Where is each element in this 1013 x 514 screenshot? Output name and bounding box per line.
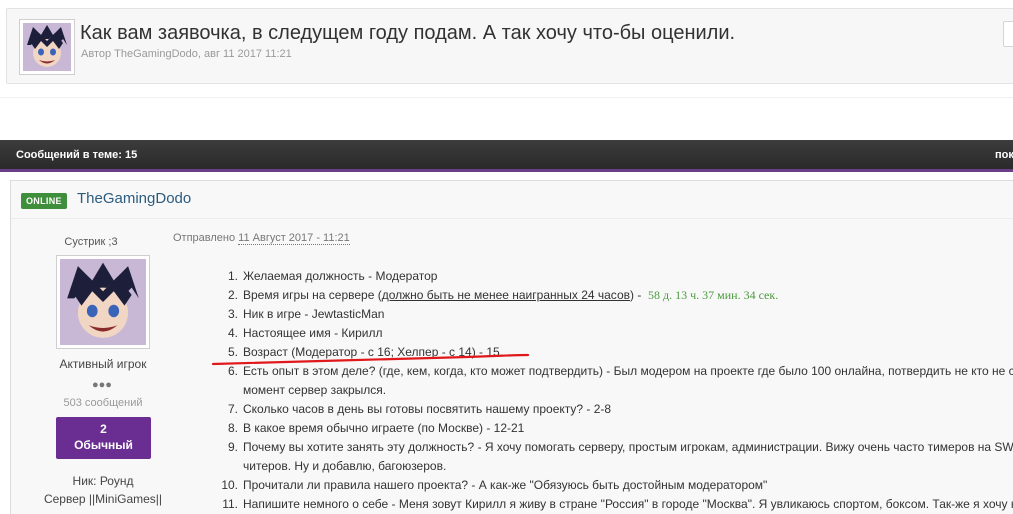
red-underline-annotation bbox=[211, 353, 530, 366]
online-badge: ONLINE bbox=[21, 193, 67, 209]
user-nick-field: Ник: Роунд bbox=[72, 474, 134, 488]
post: ONLINE TheGamingDodo Сустрик ;3 Активный… bbox=[10, 180, 1013, 514]
user-server-field: Сервер ||MiniGames|| bbox=[43, 492, 163, 506]
topic-stats-bar: Сообщений в теме: 15 пок bbox=[0, 140, 1013, 172]
list-item: 4. Настоящее имя - Кирилл bbox=[227, 326, 383, 340]
avatar-image-icon bbox=[23, 23, 71, 71]
author-avatar[interactable] bbox=[56, 255, 150, 349]
list-item: 3. Ник в игре - JewtasticMan bbox=[227, 307, 385, 321]
play-time-value: 58 д. 13 ч. 37 мин. 34 сек. bbox=[648, 288, 779, 302]
user-post-count: 503 сообщений bbox=[63, 397, 143, 409]
list-item: 9. Почему вы хотите занять эту должность… bbox=[227, 440, 1013, 473]
topic-header: Как вам заявочка, в следущем году подам.… bbox=[6, 8, 1013, 84]
topic-title: Как вам заявочка, в следущем году подам.… bbox=[80, 22, 736, 44]
user-custom-title: Сустрик ;3 bbox=[64, 236, 118, 248]
reputation-badge: 2 Обычный bbox=[56, 417, 151, 459]
list-item: 10. Прочитали ли правила нашего проекта?… bbox=[221, 478, 768, 492]
user-rank: Активный игрок bbox=[59, 357, 147, 371]
list-item: 8. В какое время обычно играете (по Моск… bbox=[227, 421, 525, 435]
topic-author-avatar[interactable] bbox=[19, 19, 75, 75]
topic-action-button[interactable] bbox=[1003, 21, 1013, 47]
avatar-image-icon bbox=[60, 259, 146, 345]
application-list: 1. Желаемая должность - Модератор 2. Вре… bbox=[214, 267, 1013, 514]
list-item: 1. Желаемая должность - Модератор bbox=[227, 269, 438, 283]
divider bbox=[0, 97, 1013, 98]
list-item: 7. Сколько часов в день вы готовы посвят… bbox=[227, 402, 612, 416]
topic-meta: Автор TheGamingDodo, авг 11 2017 11:21 bbox=[81, 48, 292, 60]
list-item: 2. Время игры на сервере (должно быть не… bbox=[227, 288, 779, 302]
reputation-value: 2 bbox=[100, 422, 107, 436]
posted-prefix: Отправлено bbox=[173, 232, 236, 244]
reputation-label: Обычный bbox=[74, 438, 133, 452]
post-count-label: Сообщений в теме: 15 bbox=[16, 149, 138, 161]
author-link[interactable]: TheGamingDodo bbox=[77, 190, 191, 207]
post-date: 11 Август 2017 - 11:21 bbox=[238, 232, 350, 245]
list-item: 6. Есть опыт в этом деле? (где, кем, ког… bbox=[227, 364, 1013, 397]
post-header: ONLINE TheGamingDodo bbox=[11, 181, 1013, 219]
post-date-line: Отправлено 11 Август 2017 - 11:21 bbox=[173, 232, 350, 245]
list-item: 11. Напишите немного о себе - Меня зовут… bbox=[222, 497, 1013, 511]
bar-right-link[interactable]: пок bbox=[995, 149, 1013, 161]
rank-pips: ●●● bbox=[92, 379, 112, 391]
